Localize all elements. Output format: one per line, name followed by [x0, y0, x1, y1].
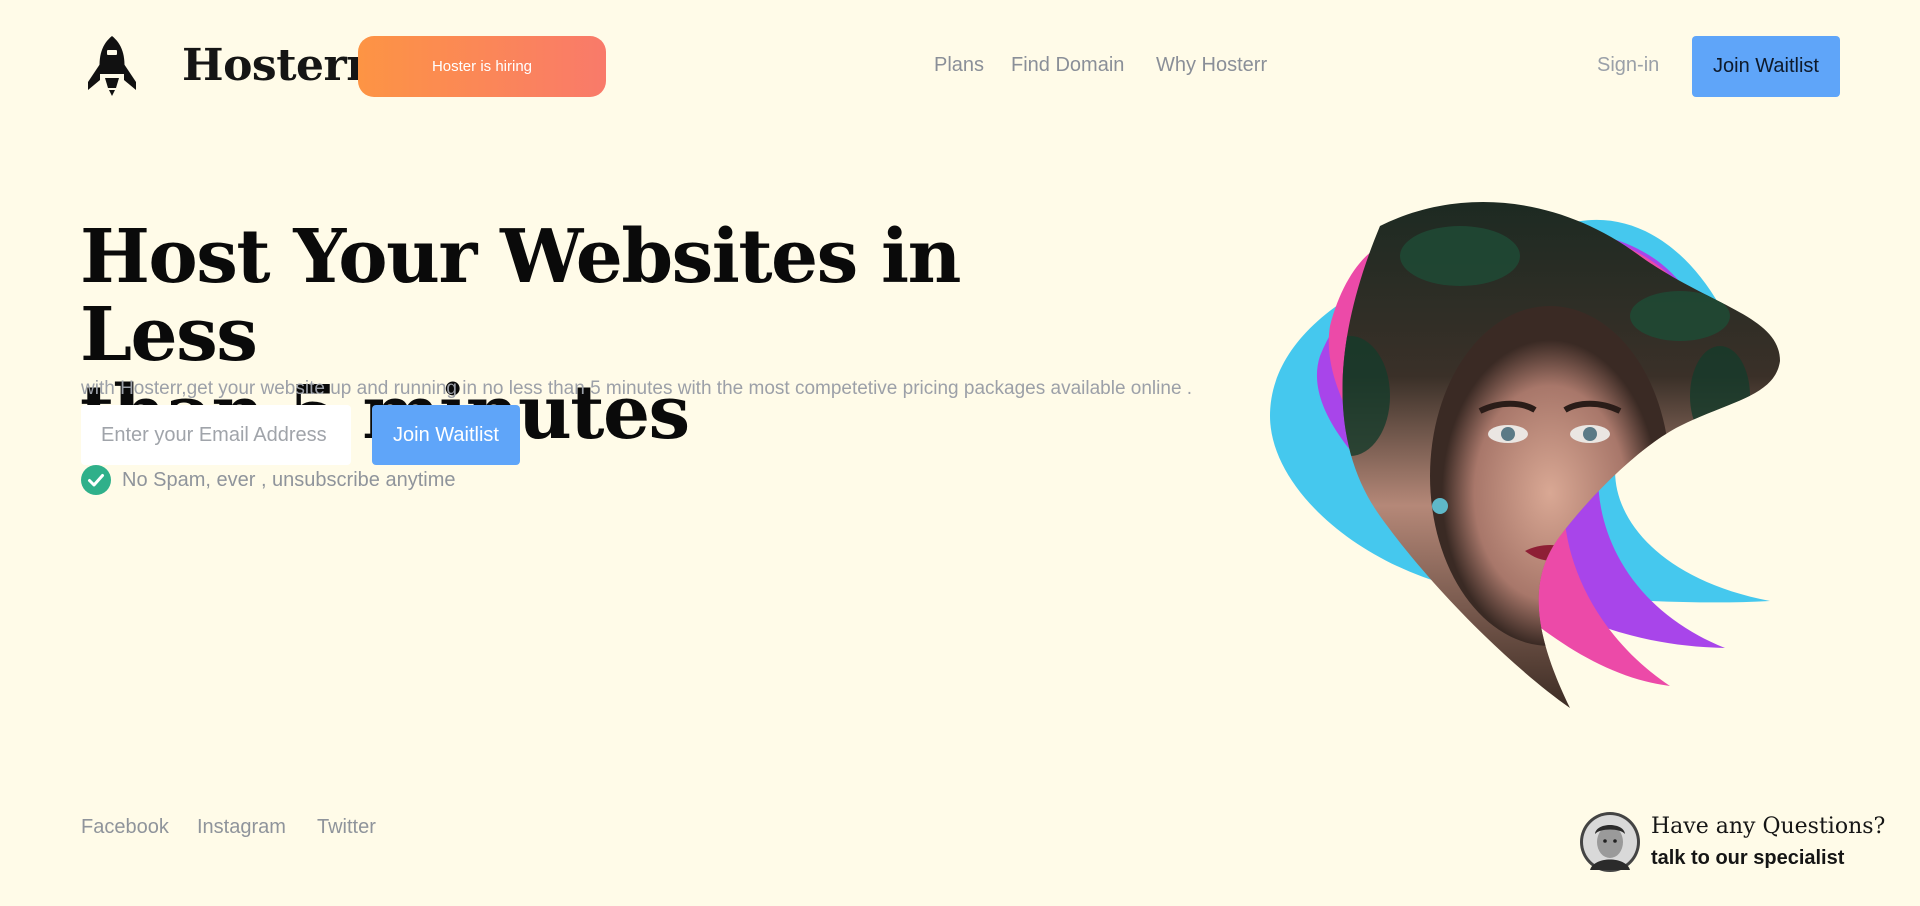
hero-subtext: with Hosterr,get your website up and run… — [81, 378, 1193, 399]
nav-link-plans[interactable]: Plans — [934, 54, 984, 77]
footer-link-twitter[interactable]: Twitter — [317, 816, 376, 839]
check-circle-icon — [81, 465, 111, 495]
no-spam-note: No Spam, ever , unsubscribe anytime — [122, 469, 456, 491]
nav-link-why-hosterr[interactable]: Why Hosterr — [1156, 54, 1267, 77]
landing-page: Hosterr Hoster is hiring Plans Find Doma… — [0, 0, 1920, 906]
hiring-badge-button[interactable]: Hoster is hiring — [358, 36, 606, 97]
brand-name[interactable]: Hosterr — [182, 40, 369, 92]
hero-join-waitlist-button[interactable]: Join Waitlist — [372, 405, 520, 465]
specialist-avatar[interactable] — [1580, 812, 1640, 872]
footer-link-instagram[interactable]: Instagram — [197, 816, 286, 839]
talk-to-specialist-link[interactable]: talk to our specialist — [1651, 847, 1844, 870]
nav-link-find-domain[interactable]: Find Domain — [1011, 54, 1124, 77]
hero-portrait-image — [1270, 202, 1780, 708]
footer-link-facebook[interactable]: Facebook — [81, 816, 169, 839]
email-input[interactable] — [81, 405, 351, 465]
hero-headline-line-1: Host Your Websites in Less — [80, 214, 961, 378]
rocket-icon[interactable] — [84, 34, 140, 98]
questions-title: Have any Questions? — [1651, 814, 1886, 839]
header-join-waitlist-button[interactable]: Join Waitlist — [1692, 36, 1840, 97]
sign-in-link[interactable]: Sign-in — [1597, 54, 1659, 77]
